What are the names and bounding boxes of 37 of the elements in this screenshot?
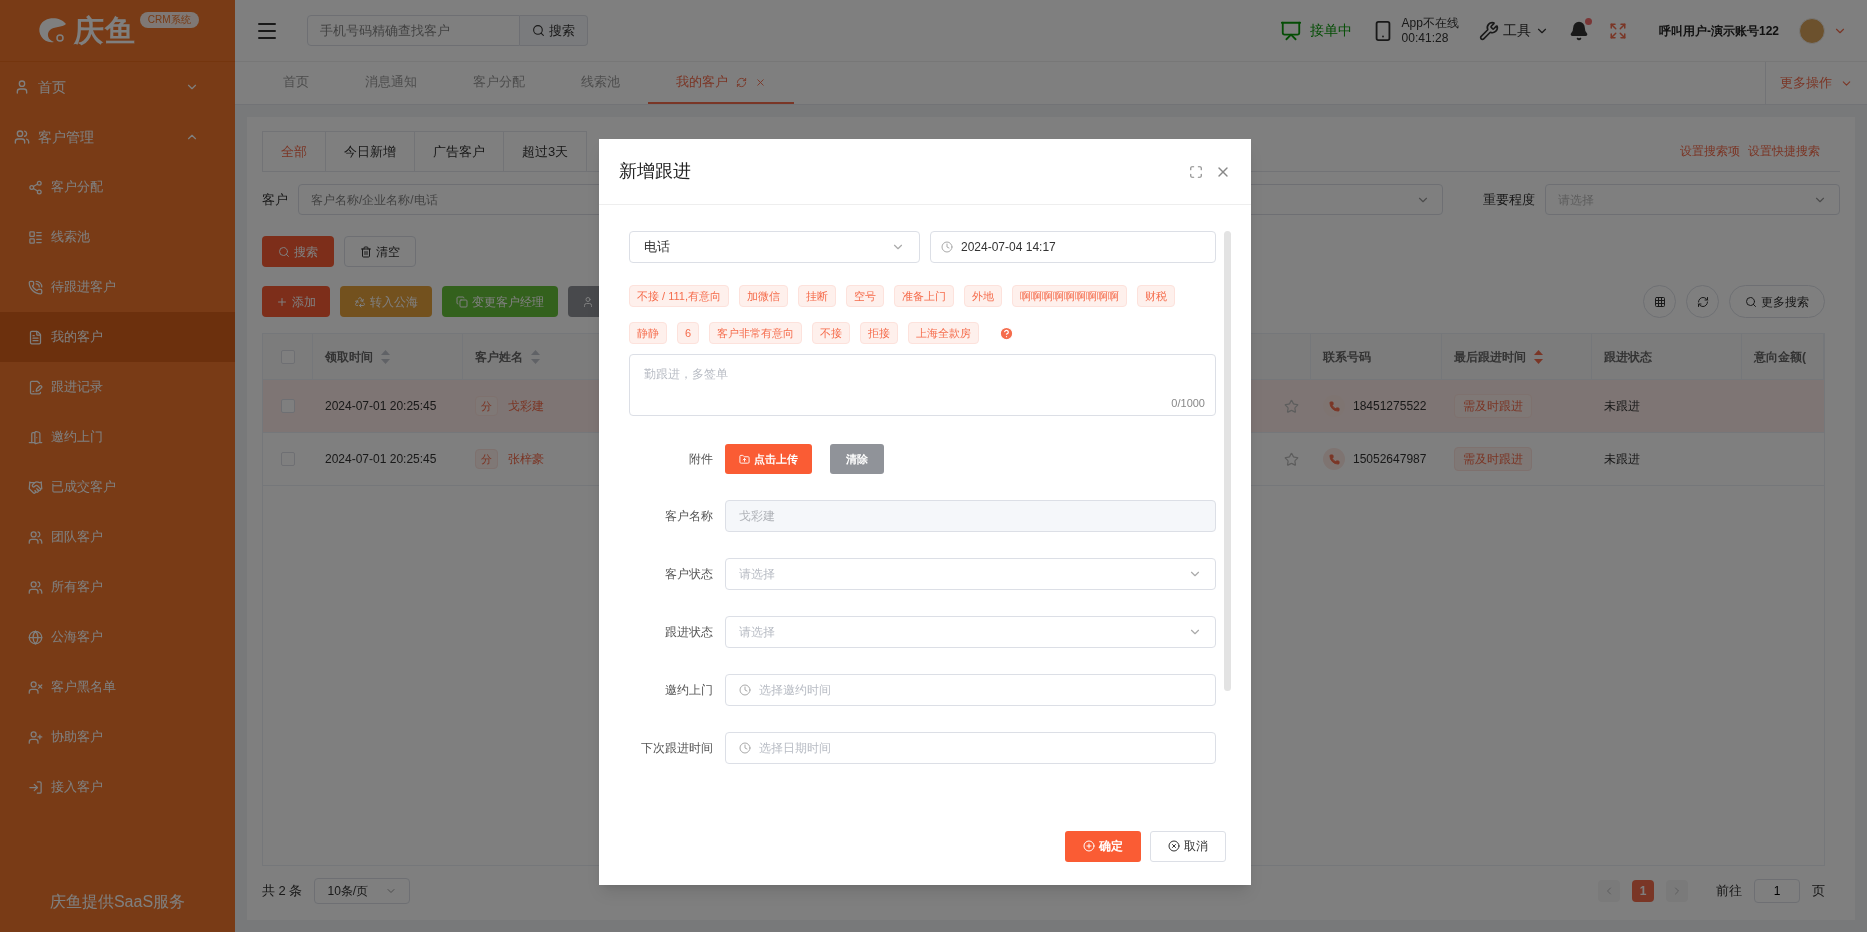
field-label: 跟进状态 <box>664 624 713 641</box>
follow-up-tag: 需及时跟进 <box>1454 447 1532 471</box>
column-header: 跟进状态 <box>1604 348 1652 366</box>
table-cell-text: 未跟进 <box>1604 451 1640 468</box>
follow-up-tag: 需及时跟进 <box>1454 394 1532 418</box>
online-time: 00:41:28 <box>1401 30 1450 46</box>
filter-label: 客户 <box>262 190 288 209</box>
table-cell-text: 2024-07-01 20:25:45 <box>325 398 437 415</box>
column-header: 最后跟进时间 <box>1454 348 1526 366</box>
field-label: 下次跟进时间 <box>640 740 713 757</box>
field-label: 客户状态 <box>664 566 713 583</box>
field-label: 客户名称 <box>664 508 713 525</box>
page-suffix: 页 <box>1812 882 1825 901</box>
app-status-text: App不在线 <box>1401 15 1459 31</box>
column-header: 意向金额( <box>1754 348 1806 366</box>
column-header: 领取时间 <box>325 348 373 366</box>
char-counter: 0/1000 <box>1171 395 1205 411</box>
table-cell-text: 18451275522 <box>1353 398 1427 415</box>
field-label: 邀约上门 <box>664 682 713 699</box>
goto-label: 前往 <box>1716 882 1742 901</box>
logo-text: 庆鱼 <box>74 13 136 49</box>
table-cell-text: 15052647987 <box>1353 451 1427 468</box>
assign-tag: 分 <box>475 396 498 416</box>
table-cell-text: 未跟进 <box>1604 398 1640 415</box>
assign-tag: 分 <box>475 449 498 469</box>
table-cell-text: 2024-07-01 20:25:45 <box>325 451 437 468</box>
sidebar-footer: 庆鱼提供SaaS服务 <box>0 872 235 932</box>
crm-badge: CRM系统 <box>139 12 199 28</box>
dialog-title: 新增跟进 <box>619 160 692 183</box>
column-header: 客户姓名 <box>475 348 523 366</box>
total-count: 共 2 条 <box>262 882 303 901</box>
user-name: 呼叫用户-演示账号122 <box>1658 22 1779 40</box>
filter-label: 重要程度 <box>1483 190 1535 209</box>
sidebar-menu-label: 客户管理 <box>38 127 95 147</box>
sidebar-menu-label: 首页 <box>38 77 67 97</box>
column-header: 联系号码 <box>1323 348 1371 366</box>
field-label: 附件 <box>688 451 713 468</box>
